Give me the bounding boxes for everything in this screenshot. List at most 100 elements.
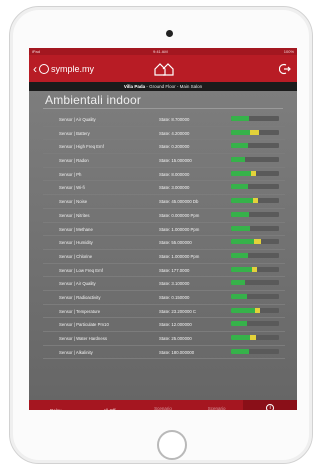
sensor-name: Sensor | Humidity <box>59 240 93 246</box>
sensor-row[interactable]: Sensor | Battery State: 4.200000 <box>43 127 285 141</box>
level-ok-segment <box>231 211 250 217</box>
tab-item[interactable]: Scenarionot used <box>136 400 190 411</box>
sensor-level-bar <box>231 184 279 190</box>
level-ok-segment <box>231 335 251 340</box>
level-ok-segment <box>231 252 249 258</box>
sensor-level-bar <box>231 335 279 340</box>
level-ok-segment <box>231 266 253 272</box>
sensor-row[interactable]: Sensor | Methane State: 1.000000 Ppm <box>43 223 285 237</box>
section-title: Ambientali indoor <box>45 93 142 107</box>
sensor-state: State: 45.000000 Db <box>159 199 199 205</box>
sensor-state: State: 3.000000 <box>159 185 190 191</box>
tab-item[interactable]: iinfo <box>243 400 297 410</box>
tab-label: Scenario <box>207 405 226 411</box>
breadcrumb-path: - Ground Floor - Main Salon <box>145 84 203 89</box>
sensor-name: Sensor | Noise <box>59 199 88 205</box>
sensor-state: State: 0.150000 <box>159 294 190 300</box>
sensor-name: Sensor | Low Freq Emf <box>59 267 103 273</box>
sensor-name: Sensor | Ph <box>59 171 82 177</box>
sensor-level-bar <box>231 129 279 135</box>
sensor-state: State: 1.000000 Ppm <box>159 253 200 259</box>
level-ok-segment <box>231 293 247 299</box>
level-ok-segment <box>231 321 248 327</box>
sensor-level-bar <box>231 198 279 204</box>
sensor-name: Sensor | Radioactivity <box>59 294 101 300</box>
logo-icon <box>39 63 49 74</box>
info-icon: i <box>266 404 275 410</box>
tab-label: Scenario <box>154 405 172 411</box>
sensor-name: Sensor | Alkalinity <box>59 349 93 355</box>
level-ok-segment <box>231 198 253 204</box>
sensor-name: Sensor | Nitrites <box>59 212 90 218</box>
sensor-row[interactable]: Sensor | Air Quality State: 8.700000 <box>43 113 285 127</box>
sensor-row[interactable]: Sensor | Particulate Pm10 State: 12.00000… <box>43 318 285 332</box>
sensor-name: Sensor | Water Hardness <box>59 336 108 341</box>
app-header: ‹ symple.my <box>29 55 297 82</box>
sensor-level-bar <box>231 239 279 245</box>
back-button[interactable]: ‹ symple.my <box>33 62 94 75</box>
sensor-state: State: 4.200000 <box>159 130 190 136</box>
sensor-level-bar <box>231 225 279 231</box>
tab-item[interactable]: Relax <box>29 400 83 410</box>
sensor-row[interactable]: Sensor | Noise State: 45.000000 Db <box>43 195 285 209</box>
level-ok-segment <box>231 239 255 245</box>
level-ok-segment <box>231 116 250 121</box>
sensor-state: State: 8.000000 <box>159 171 190 177</box>
sensor-row[interactable]: Sensor | Low Freq Emf State: 177.0000 <box>43 264 285 278</box>
sensor-panel: Ambientali indoor Sensor | Air Quality St… <box>29 91 297 404</box>
sensor-row[interactable]: Sensor | Humidity State: 55.000000 <box>43 236 285 250</box>
sensor-name: Sensor | Wi-fi <box>59 185 85 191</box>
status-bar: iPad 9:41 AM 100% <box>29 48 297 55</box>
chevron-left-icon: ‹ <box>33 61 37 76</box>
level-ok-segment <box>231 129 251 135</box>
app-screen: iPad 9:41 AM 100% ‹ symple.my Villa Pada… <box>29 48 297 410</box>
sensor-row[interactable]: Sensor | Alkalinity State: 180.000000 <box>43 346 285 360</box>
sensor-name: Sensor | Methane <box>59 226 93 232</box>
sensor-level-bar <box>231 116 279 121</box>
level-warn-segment <box>252 198 259 204</box>
tab-item[interactable]: Scenarionot used <box>190 400 244 411</box>
sensor-row[interactable]: Sensor | Temperature State: 23.200000 C <box>43 305 285 319</box>
sensor-state: State: 180.000000 <box>159 349 195 355</box>
level-warn-segment <box>250 129 259 135</box>
sensor-state: State: 3.100000 <box>159 281 190 287</box>
clock: 9:41 AM <box>153 49 168 54</box>
sensor-row[interactable]: Sensor | Air Quality State: 3.100000 <box>43 277 285 291</box>
sensor-level-bar <box>231 143 279 149</box>
sensor-row[interactable]: Sensor | Water Hardness State: 25.000000 <box>43 332 285 346</box>
sensor-row[interactable]: Sensor | Radon State: 15.000000 <box>43 154 285 168</box>
sensor-state: State: 55.000000 <box>159 240 192 246</box>
bottom-tab-bar: Relax All Off Scenarionot usedScenarionot … <box>29 400 297 410</box>
sensor-level-bar <box>231 170 279 176</box>
level-ok-segment <box>231 143 248 149</box>
front-camera <box>166 30 173 37</box>
sensor-level-bar <box>231 307 279 313</box>
level-warn-segment <box>250 335 256 340</box>
sensor-row[interactable]: Sensor | Chlorine State: 1.000000 Ppm <box>43 250 285 264</box>
sensor-level-bar <box>231 157 279 163</box>
home-button[interactable] <box>157 430 187 460</box>
sensor-row[interactable]: Sensor | Ph State: 8.000000 <box>43 168 285 182</box>
tab-label: Relax <box>50 408 62 410</box>
carrier-label: iPad <box>32 49 41 54</box>
sensor-level-bar <box>231 211 279 217</box>
sensor-name: Sensor | Battery <box>59 130 90 136</box>
sensor-list[interactable]: Sensor | Air Quality State: 8.700000 Senso… <box>43 113 285 360</box>
sensor-state: State: 1.000000 Ppm <box>159 226 200 232</box>
sensor-level-bar <box>231 280 279 286</box>
home-icon[interactable] <box>153 62 175 76</box>
back-label: symple.my <box>51 63 95 74</box>
sensor-state: State: 0.200000 <box>159 144 190 150</box>
sensor-level-bar <box>231 293 279 299</box>
sensor-row[interactable]: Sensor | Nitrites State: 0.000000 Ppm <box>43 209 285 223</box>
tab-item[interactable]: All Off <box>83 400 137 410</box>
sensor-name: Sensor | Temperature <box>59 308 101 314</box>
sensor-row[interactable]: Sensor | Wi-fi State: 3.000000 <box>43 181 285 196</box>
exit-icon[interactable] <box>279 63 291 75</box>
sensor-level-bar <box>231 321 279 327</box>
sensor-row[interactable]: Sensor | High Freq Emf State: 0.200000 <box>43 140 285 155</box>
level-ok-segment <box>231 170 252 176</box>
sensor-row[interactable]: Sensor | Radioactivity State: 0.150000 <box>43 291 285 305</box>
sensor-state: State: 23.200000 C <box>159 308 197 314</box>
sensor-name: Sensor | High Freq Emf <box>59 144 104 150</box>
